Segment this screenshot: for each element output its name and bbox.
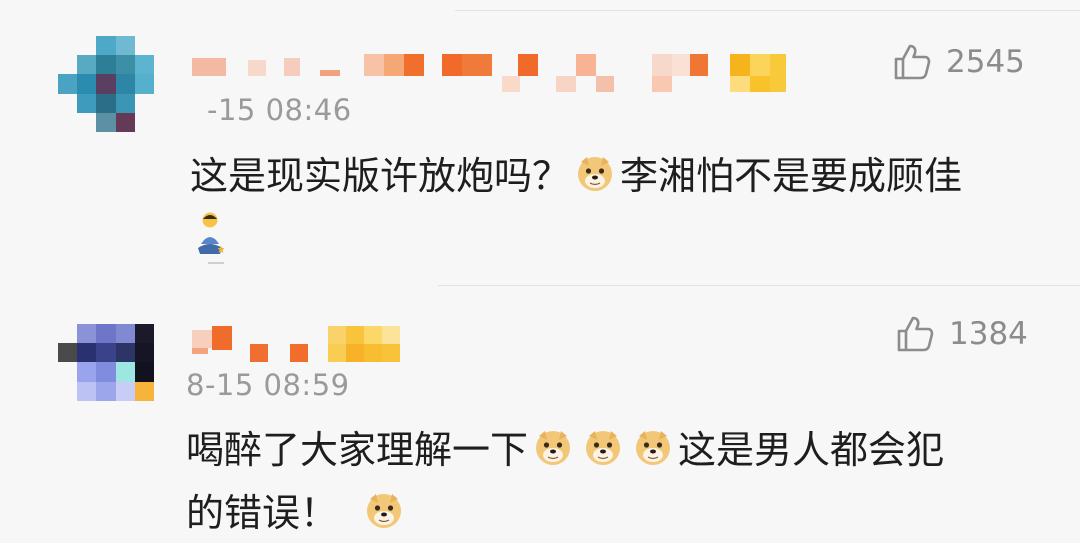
thumbs-up-icon[interactable] bbox=[895, 314, 935, 354]
doge-emoji-icon bbox=[536, 430, 571, 465]
comment-text-segment: 这是现实版许放炮吗？ bbox=[190, 154, 571, 198]
comment-text: 喝醉了大家理解一下 这是男人都会犯 bbox=[186, 419, 944, 474]
comment-item: -15 08:46 2545 这是现实版许放炮吗？ 李湘怕不是要成顾佳 bbox=[0, 0, 1080, 285]
like-count: 1384 bbox=[949, 316, 1028, 352]
comment-text-segment: 喝醉了大家理解一下 bbox=[186, 428, 529, 472]
doge-emoji-icon bbox=[578, 156, 613, 191]
meditating-person-emoji-icon bbox=[198, 212, 225, 264]
username-pixelated[interactable] bbox=[192, 326, 412, 366]
avatar[interactable] bbox=[58, 36, 154, 132]
username-pixelated[interactable] bbox=[192, 52, 792, 92]
thumbs-up-icon[interactable] bbox=[892, 42, 932, 82]
like-button[interactable]: 2545 bbox=[892, 42, 1025, 82]
doge-emoji-icon bbox=[636, 430, 671, 465]
comment-text-segment: 这是男人都会犯 bbox=[678, 428, 945, 472]
doge-emoji-icon bbox=[367, 493, 402, 528]
comment-text: 的错误！ bbox=[186, 482, 409, 537]
comment-text: 这是现实版许放炮吗？ 李湘怕不是要成顾佳 bbox=[190, 145, 962, 200]
avatar[interactable] bbox=[58, 324, 154, 420]
comment-text-segment: 的错误！ bbox=[186, 491, 339, 535]
comment-text-segment: 李湘怕不是要成顾佳 bbox=[620, 154, 963, 198]
comment-item: 8-15 08:59 1384 喝醉了大家理解一下 这是男人都会犯 的错误！ bbox=[0, 286, 1080, 543]
like-count: 2545 bbox=[946, 44, 1025, 80]
timestamp: 8-15 08:59 bbox=[186, 368, 350, 402]
timestamp: -15 08:46 bbox=[207, 93, 352, 127]
like-button[interactable]: 1384 bbox=[895, 314, 1028, 354]
doge-emoji-icon bbox=[586, 430, 621, 465]
